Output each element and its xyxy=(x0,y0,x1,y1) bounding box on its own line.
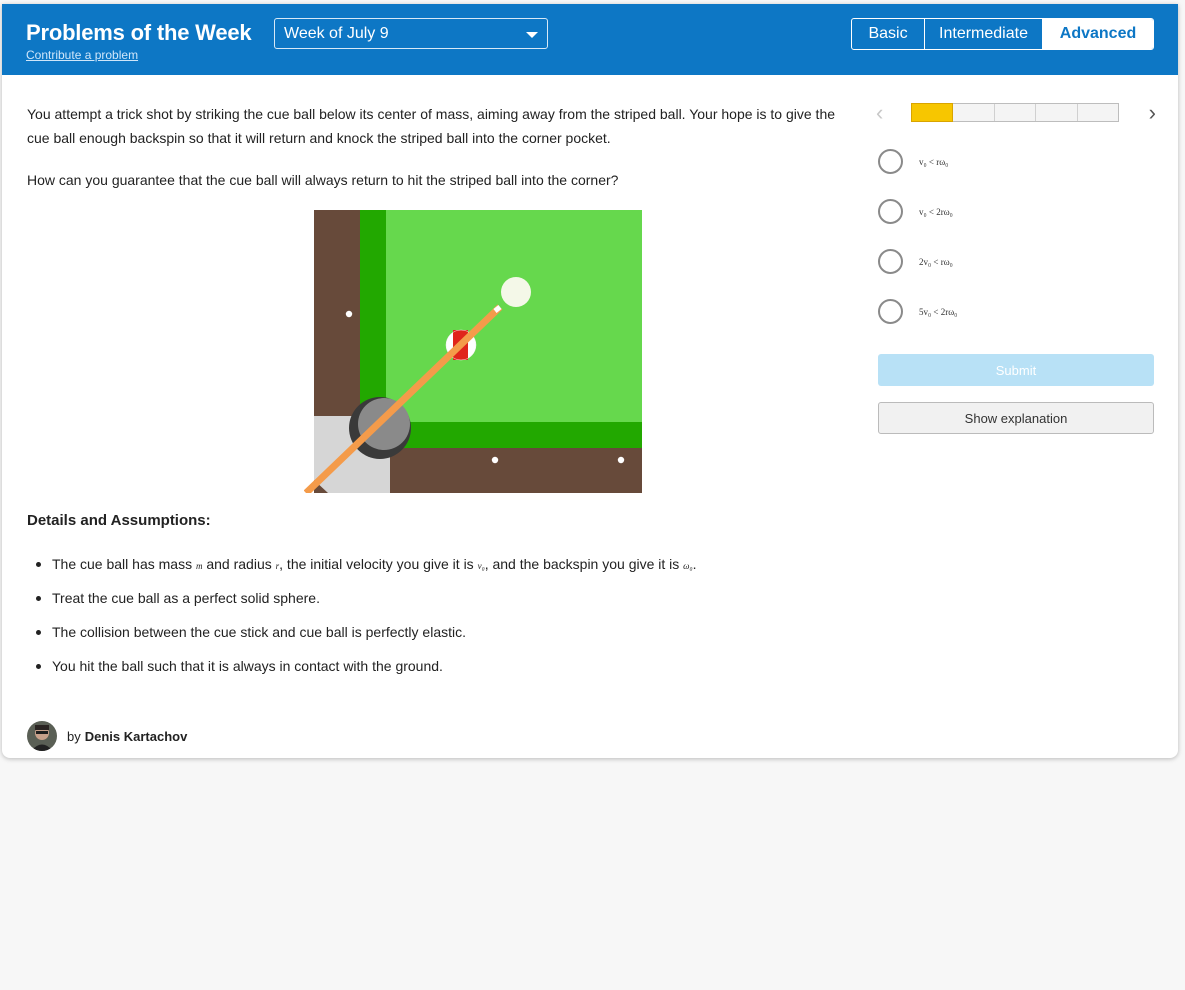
progress-segment xyxy=(995,104,1037,121)
answer-choice-label: v₀ < 2rω₀ xyxy=(919,207,953,217)
answer-choice-label: 2v₀ < rω₀ xyxy=(919,257,953,267)
problem-question: How can you guarantee that the cue ball … xyxy=(27,172,619,188)
progress-bar xyxy=(911,103,1119,122)
page-title: Problems of the Week xyxy=(26,20,252,45)
list-item: You hit the ball such that it is always … xyxy=(27,654,697,688)
problem-pager: ‹ › xyxy=(876,102,1156,126)
author-by-label: by xyxy=(67,728,81,744)
math-backspin: ω₀ xyxy=(683,561,693,571)
answer-choice-label: 5v₀ < 2rω₀ xyxy=(919,307,958,317)
billiards-diagram xyxy=(304,210,642,493)
list-item: Treat the cue ball as a perfect solid sp… xyxy=(27,586,697,620)
progress-segment xyxy=(911,103,954,122)
answer-choice[interactable]: v₀ < rω₀ xyxy=(878,149,957,199)
week-select[interactable]: Week of July 9 xyxy=(274,18,548,49)
bullet-text: The cue ball has mass xyxy=(52,556,196,572)
radio-button[interactable] xyxy=(878,149,903,174)
bullet-text: , the initial velocity you give it is xyxy=(279,556,478,572)
math-velocity: v₀ xyxy=(477,561,485,571)
contribute-link[interactable]: Contribute a problem xyxy=(26,48,138,62)
bullet-text: , and the backspin you give it is xyxy=(484,556,684,572)
week-select-value: Week of July 9 xyxy=(284,25,389,42)
level-basic-button[interactable]: Basic xyxy=(852,19,925,49)
answer-choice[interactable]: 2v₀ < rω₀ xyxy=(878,249,957,299)
list-item: The cue ball has mass m and radius r, th… xyxy=(27,552,697,586)
chevron-right-icon[interactable]: › xyxy=(1149,102,1156,124)
level-advanced-button[interactable]: Advanced xyxy=(1043,19,1153,49)
progress-segment xyxy=(953,104,995,121)
submit-button[interactable]: Submit xyxy=(878,354,1154,386)
author-name[interactable]: Denis Kartachov xyxy=(85,729,188,744)
avatar[interactable] xyxy=(27,721,57,751)
level-intermediate-button[interactable]: Intermediate xyxy=(925,19,1043,49)
answer-choice[interactable]: v₀ < 2rω₀ xyxy=(878,199,957,249)
chevron-left-icon[interactable]: ‹ xyxy=(876,102,883,124)
progress-segment xyxy=(1036,104,1078,121)
chevron-down-icon xyxy=(526,32,538,38)
bullet-text: and radius xyxy=(202,556,276,572)
progress-segment xyxy=(1078,104,1118,121)
radio-button[interactable] xyxy=(878,199,903,224)
bullet-text: . xyxy=(692,556,697,572)
author-byline: by Denis Kartachov xyxy=(27,721,187,751)
level-switcher: Basic Intermediate Advanced xyxy=(851,18,1154,50)
problem-paragraph-1: You attempt a trick shot by striking the… xyxy=(27,106,836,146)
answer-choice[interactable]: 5v₀ < 2rω₀ xyxy=(878,299,957,349)
radio-button[interactable] xyxy=(878,249,903,274)
answer-choice-label: v₀ < rω₀ xyxy=(919,157,949,167)
details-title: Details and Assumptions: xyxy=(27,512,211,529)
radio-button[interactable] xyxy=(878,299,903,324)
show-explanation-button[interactable]: Show explanation xyxy=(878,402,1154,434)
assumptions-list: The cue ball has mass m and radius r, th… xyxy=(27,552,697,688)
header-bar: Problems of the Week Contribute a proble… xyxy=(2,4,1178,75)
answer-choices: v₀ < rω₀ v₀ < 2rω₀ 2v₀ < rω₀ 5v₀ < 2rω₀ xyxy=(878,149,957,349)
list-item: The collision between the cue stick and … xyxy=(27,620,697,654)
problem-card: Problems of the Week Contribute a proble… xyxy=(2,4,1178,758)
